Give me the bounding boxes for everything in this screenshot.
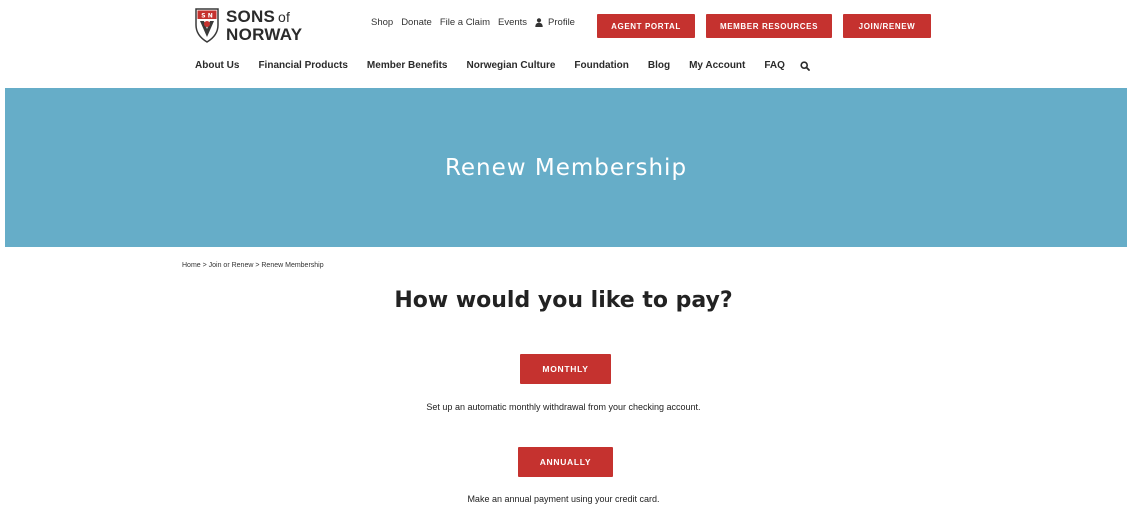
user-icon[interactable] — [535, 18, 543, 27]
search-icon[interactable] — [800, 60, 810, 71]
payment-question-heading: How would you like to pay? — [394, 288, 733, 313]
site-header: S N SONS of NORWAY Shop Donate File a Cla… — [0, 0, 1127, 88]
nav-foundation[interactable]: Foundation — [574, 60, 628, 71]
agent-portal-button[interactable]: AGENT PORTAL — [597, 14, 695, 38]
utility-link-shop[interactable]: Shop — [371, 17, 393, 28]
logo-wordmark: SONS of NORWAY — [226, 8, 302, 43]
utility-link-profile[interactable]: Profile — [548, 17, 575, 28]
breadcrumb[interactable]: Home > Join or Renew > Renew Membership — [182, 262, 324, 269]
page-title: Renew Membership — [444, 154, 688, 181]
join-renew-button[interactable]: JOIN/RENEW — [843, 14, 931, 38]
monthly-description: Set up an automatic monthly withdrawal f… — [426, 402, 701, 412]
nav-financial-products[interactable]: Financial Products — [258, 60, 347, 71]
member-resources-button[interactable]: MEMBER RESOURCES — [706, 14, 832, 38]
main-nav: About Us Financial Products Member Benef… — [195, 60, 810, 71]
logo-of: of — [277, 8, 291, 25]
utility-link-file-a-claim[interactable]: File a Claim — [440, 17, 490, 28]
svg-text:S N: S N — [201, 13, 212, 20]
nav-faq[interactable]: FAQ — [764, 60, 785, 71]
nav-blog[interactable]: Blog — [648, 60, 670, 71]
sons-of-norway-shield-icon: S N — [195, 8, 219, 43]
nav-member-benefits[interactable]: Member Benefits — [367, 60, 448, 71]
nav-my-account[interactable]: My Account — [689, 60, 745, 71]
site-logo[interactable]: S N SONS of NORWAY — [195, 7, 302, 43]
utility-nav: Shop Donate File a Claim Events Profile — [371, 17, 583, 28]
logo-line1: SONS — [226, 6, 275, 26]
nav-about-us[interactable]: About Us — [195, 60, 239, 71]
hero-banner: Renew Membership — [5, 88, 1127, 247]
nav-norwegian-culture[interactable]: Norwegian Culture — [467, 60, 556, 71]
monthly-button[interactable]: MONTHLY — [520, 354, 611, 384]
logo-line2: NORWAY — [226, 24, 303, 44]
annually-description: Make an annual payment using your credit… — [467, 494, 660, 504]
annually-button[interactable]: ANNUALLY — [518, 447, 613, 477]
utility-link-donate[interactable]: Donate — [401, 17, 432, 28]
utility-link-events[interactable]: Events — [498, 17, 527, 28]
